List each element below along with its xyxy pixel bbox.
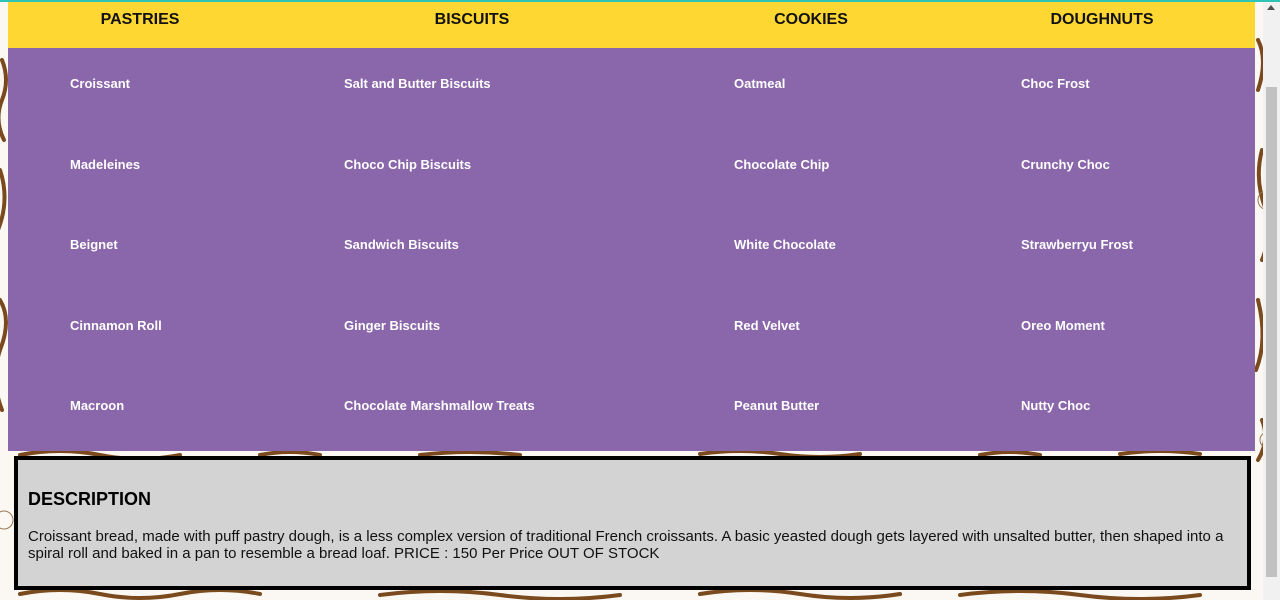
column-title-pastries: PASTRIES: [100, 11, 180, 28]
menu-item-pastries-1[interactable]: Croissant: [70, 76, 130, 91]
description-text: Croissant bread, made with puff pastry d…: [28, 528, 1224, 562]
menu-item-pastries-3[interactable]: Beignet: [70, 237, 118, 252]
menu-item-biscuits-4[interactable]: Ginger Biscuits: [344, 318, 440, 333]
menu-item-pastries-5[interactable]: Macroon: [70, 398, 124, 413]
vertical-scrollbar[interactable]: [1263, 0, 1280, 600]
menu-item-pastries-2[interactable]: Madeleines: [70, 157, 140, 172]
description-panel: DESCRIPTION Croissant bread, made with p…: [14, 456, 1251, 590]
page-top-border: [0, 0, 1280, 2]
menu-item-biscuits-3[interactable]: Sandwich Biscuits: [344, 237, 459, 252]
menu-item-pastries-4[interactable]: Cinnamon Roll: [70, 318, 162, 333]
column-title-biscuits: BISCUITS: [434, 11, 510, 28]
column-title-doughnuts: DOUGHNUTS: [1050, 11, 1154, 28]
menu-item-doughnuts-5[interactable]: Nutty Choc: [1021, 398, 1090, 413]
menu-item-cookies-3[interactable]: White Chocolate: [734, 237, 836, 252]
menu-item-biscuits-5[interactable]: Chocolate Marshmallow Treats: [344, 398, 535, 413]
triangle-up-icon[interactable]: [1267, 5, 1275, 10]
menu-item-cookies-1[interactable]: Oatmeal: [734, 76, 785, 91]
menu-item-cookies-2[interactable]: Chocolate Chip: [734, 157, 829, 172]
menu-item-biscuits-1[interactable]: Salt and Butter Biscuits: [344, 76, 491, 91]
menu-item-cookies-4[interactable]: Red Velvet: [734, 318, 800, 333]
menu-item-doughnuts-2[interactable]: Crunchy Choc: [1021, 157, 1110, 172]
description-title: DESCRIPTION: [28, 489, 152, 509]
menu-item-cookies-5[interactable]: Peanut Butter: [734, 398, 819, 413]
menu-item-biscuits-2[interactable]: Choco Chip Biscuits: [344, 157, 471, 172]
scrollbar-thumb[interactable]: [1266, 87, 1277, 577]
menu-header: PASTRIES BISCUITS COOKIES DOUGHNUTS: [8, 0, 1255, 48]
menu-item-doughnuts-3[interactable]: Strawberryu Frost: [1021, 237, 1133, 252]
product-menu: PASTRIES BISCUITS COOKIES DOUGHNUTS Croi…: [8, 0, 1255, 451]
menu-item-doughnuts-1[interactable]: Choc Frost: [1021, 76, 1090, 91]
menu-item-doughnuts-4[interactable]: Oreo Moment: [1021, 318, 1105, 333]
column-title-cookies: COOKIES: [774, 11, 848, 28]
